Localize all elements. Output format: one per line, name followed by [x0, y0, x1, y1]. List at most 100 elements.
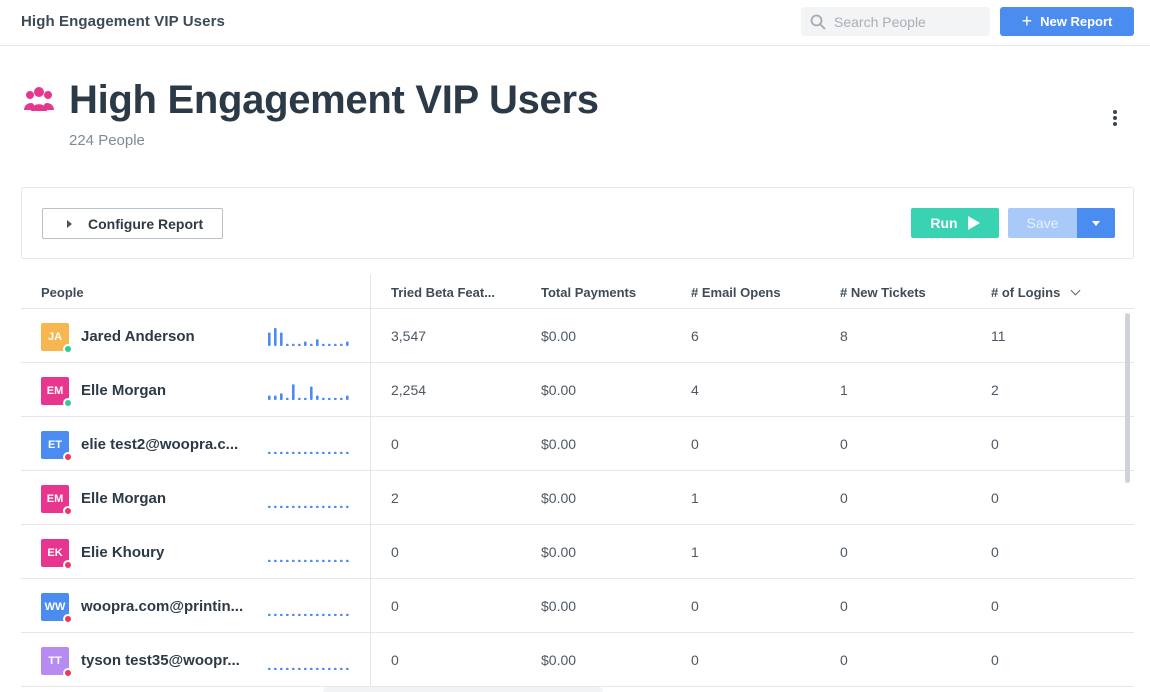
sparkline-bar [298, 667, 301, 670]
status-dot-offline [63, 560, 73, 570]
table-header: People Tried Beta Feat... Total Payments… [21, 274, 1134, 309]
new-report-button[interactable]: + New Report [1000, 7, 1134, 36]
table-row[interactable]: EK Elie Khoury 0 $0.00 1 0 0 [21, 525, 1134, 579]
sparkline-bar [328, 397, 331, 400]
sparkline-bar [340, 343, 343, 346]
table-row[interactable]: EM Elle Morgan 2 $0.00 1 0 0 [21, 471, 1134, 525]
cell-beta: 0 [391, 436, 399, 452]
person-name[interactable]: tyson test35@woopr... [81, 652, 240, 669]
column-header-logins[interactable]: # of Logins [991, 285, 1081, 300]
sparkline-bar [316, 505, 319, 508]
run-button[interactable]: Run [911, 208, 999, 238]
sparkline-bar [310, 667, 313, 670]
cell-payments: $0.00 [541, 436, 577, 452]
avatar: EM [41, 485, 73, 516]
activity-sparkline [268, 451, 349, 454]
save-button[interactable]: Save [1008, 208, 1077, 238]
save-dropdown-button[interactable] [1077, 208, 1115, 238]
status-dot-offline [63, 668, 73, 678]
cell-logins: 11 [991, 328, 1006, 344]
scrollbar[interactable] [1125, 313, 1130, 483]
sparkline-bar [340, 559, 343, 562]
cell-tickets: 0 [840, 544, 848, 560]
search-input[interactable] [834, 13, 984, 30]
sparkline-bar [304, 667, 307, 670]
person-name[interactable]: Elle Morgan [81, 382, 166, 399]
sparkline-bar [346, 341, 349, 346]
person-name[interactable]: Elie Khoury [81, 544, 164, 561]
search-icon [810, 14, 826, 29]
sparkline-bar [298, 505, 301, 508]
sparkline-bar [298, 613, 301, 616]
person-name[interactable]: woopra.com@printin... [81, 598, 243, 615]
table-row[interactable]: JA Jared Anderson 3,547 $0.00 6 8 11 [21, 309, 1134, 363]
sparkline-bar [334, 667, 337, 670]
sparkline-bar [322, 613, 325, 616]
sparkline-bar [304, 559, 307, 562]
more-options-icon[interactable] [1107, 108, 1123, 128]
cell-payments: $0.00 [541, 544, 577, 560]
sparkline-bar [274, 505, 277, 508]
sparkline-bar [286, 559, 289, 562]
cell-beta: 3,547 [391, 328, 427, 344]
person-name[interactable]: elie test2@woopra.c... [81, 436, 238, 453]
column-header-people[interactable]: People [41, 285, 84, 300]
status-dot-online [63, 398, 73, 408]
column-header-email-opens[interactable]: # Email Opens [691, 285, 781, 300]
sparkline-bar [328, 451, 331, 454]
cell-email-opens: 0 [691, 598, 699, 614]
table-row[interactable]: ET elie test2@woopra.c... 0 $0.00 0 0 0 [21, 417, 1134, 471]
caret-down-icon [1092, 220, 1100, 226]
sparkline-bar [316, 559, 319, 562]
save-label: Save [1026, 215, 1059, 231]
new-report-label: New Report [1040, 14, 1113, 29]
sparkline-bar [268, 613, 271, 616]
sparkline-bar [298, 343, 301, 346]
sparkline-bar [346, 395, 349, 400]
column-header-logins-label: # of Logins [991, 285, 1061, 300]
status-dot-offline [63, 506, 73, 516]
sparkline-bar [268, 559, 271, 562]
chevron-down-icon[interactable] [1070, 285, 1081, 296]
search-box[interactable] [801, 7, 990, 36]
bottom-shadow [323, 687, 603, 692]
configure-report-button[interactable]: Configure Report [42, 208, 223, 239]
cell-email-opens: 4 [691, 382, 699, 398]
sparkline-bar [286, 343, 289, 346]
sparkline-bar [346, 667, 349, 670]
person-name[interactable]: Elle Morgan [81, 490, 166, 507]
cell-email-opens: 0 [691, 652, 699, 668]
table-row[interactable]: WW woopra.com@printin... 0 $0.00 0 0 0 [21, 579, 1134, 633]
status-dot-offline [63, 452, 73, 462]
cell-tickets: 0 [840, 490, 848, 506]
sparkline-bar [346, 451, 349, 454]
sparkline-bar [310, 559, 313, 562]
avatar: EM [41, 377, 73, 408]
sparkline-bar [280, 667, 283, 670]
sparkline-bar [292, 343, 295, 346]
sparkline-bar [268, 667, 271, 670]
status-dot-offline [63, 614, 73, 624]
table-row[interactable]: TT tyson test35@woopr... 0 $0.00 0 0 0 [21, 633, 1134, 687]
run-label: Run [930, 215, 958, 231]
person-name[interactable]: Jared Anderson [81, 328, 195, 345]
column-header-tickets[interactable]: # New Tickets [840, 285, 926, 300]
sparkline-bar [316, 451, 319, 454]
sparkline-bar [322, 451, 325, 454]
sparkline-bar [322, 505, 325, 508]
cell-logins: 0 [991, 652, 999, 668]
sparkline-bar [322, 343, 325, 346]
column-header-payments[interactable]: Total Payments [541, 285, 636, 300]
cell-beta: 0 [391, 544, 399, 560]
sparkline-bar [292, 667, 295, 670]
sparkline-bar [340, 613, 343, 616]
activity-sparkline [268, 328, 349, 346]
avatar: EK [41, 539, 73, 570]
sparkline-bar [268, 332, 271, 346]
table-row[interactable]: EM Elle Morgan 2,254 $0.00 4 1 2 [21, 363, 1134, 417]
cell-beta: 2,254 [391, 382, 427, 398]
sparkline-bar [346, 613, 349, 616]
sparkline-bar [274, 395, 277, 400]
caret-right-icon [67, 219, 72, 228]
column-header-beta[interactable]: Tried Beta Feat... [391, 285, 495, 300]
